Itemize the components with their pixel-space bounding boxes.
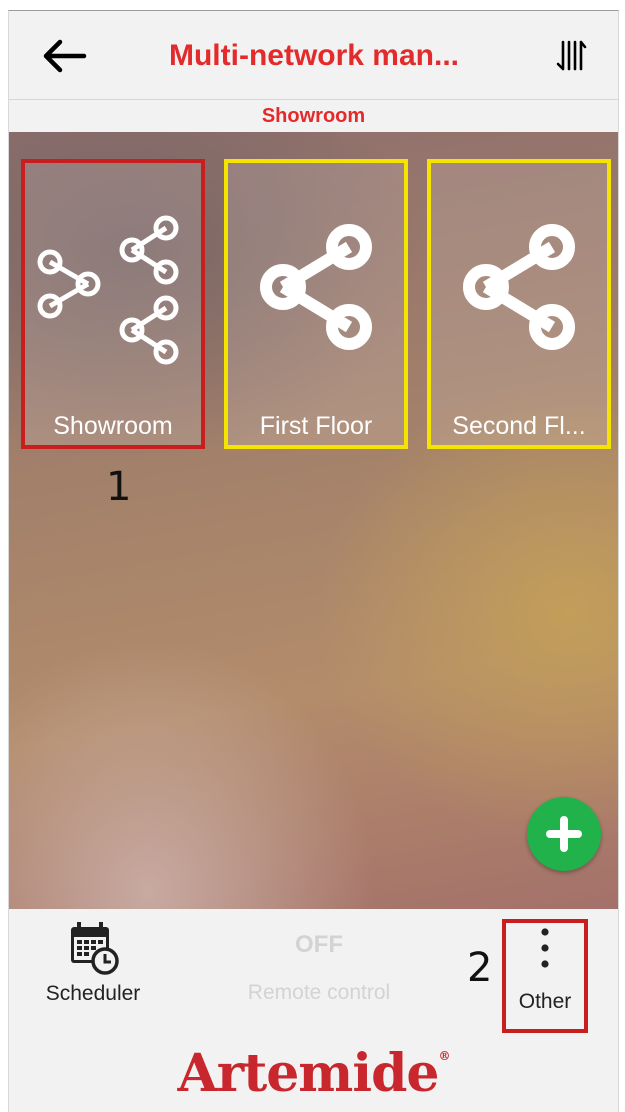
sort-icon	[556, 40, 587, 71]
page-title: Multi-network man...	[168, 39, 459, 72]
brand-name: Artemide	[177, 1043, 439, 1104]
add-network-button[interactable]	[527, 797, 601, 871]
scheduler-label: Scheduler	[45, 982, 141, 1005]
network-tile-label: Second Fl...	[452, 412, 586, 440]
share-network-icon	[463, 224, 575, 350]
network-tile-first-floor[interactable]: First Floor	[224, 159, 408, 449]
back-button[interactable]	[37, 33, 91, 79]
highlight-frame-other	[502, 919, 588, 1033]
network-tile-second-floor[interactable]: Second Fl...	[427, 159, 611, 449]
multi-network-icon	[37, 215, 179, 365]
annotation-marker-2: 2	[467, 945, 493, 991]
calendar-clock-icon	[71, 922, 119, 975]
network-tile-label: Showroom	[53, 412, 173, 440]
top-bar: Multi-network man...	[9, 11, 618, 100]
registered-mark: ®	[438, 1049, 451, 1063]
remote-control-button[interactable]: OFF Remote control	[219, 931, 419, 1005]
annotation-marker-1: 1	[106, 464, 132, 510]
plus-icon	[546, 816, 582, 852]
network-tile-showroom[interactable]: Showroom	[21, 159, 205, 449]
share-network-icon	[260, 224, 372, 350]
sort-button[interactable]	[546, 33, 596, 79]
brand-logo: Artemide®	[9, 1043, 618, 1104]
current-network-label: Showroom	[9, 100, 618, 132]
app-screen: Multi-network man... Showroom Showroom F…	[8, 10, 619, 1112]
remote-control-state: OFF	[295, 931, 343, 958]
network-grid: Showroom First Floor Second Fl... 1	[9, 132, 618, 909]
network-tile-label: First Floor	[259, 412, 373, 440]
arrow-left-icon	[43, 39, 87, 73]
scheduler-button[interactable]: Scheduler	[23, 919, 163, 1006]
remote-control-label: Remote control	[247, 981, 391, 1004]
